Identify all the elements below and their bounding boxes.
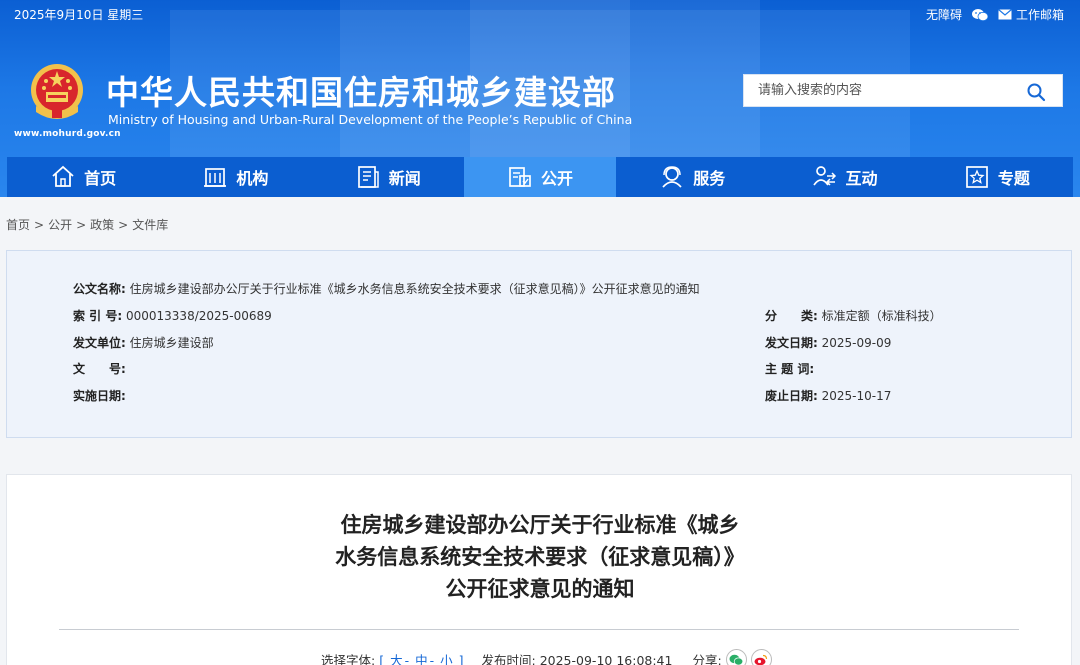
search-icon[interactable] — [1026, 82, 1046, 102]
breadcrumb-home[interactable]: 首页 — [6, 218, 30, 232]
font-size-small[interactable]: 小 — [440, 653, 453, 665]
info-expiry-row: 废止日期: 2025-10-17 — [765, 389, 892, 403]
share-wechat-icon[interactable] — [725, 649, 747, 665]
site-subtitle: Ministry of Housing and Urban-Rural Deve… — [108, 112, 633, 127]
accessibility-link[interactable]: 无障碍 — [926, 6, 962, 23]
article-title: 住房城乡建设部办公厅关于行业标准《城乡 水务信息系统安全技术要求（征求意见稿）》… — [335, 513, 745, 601]
mail-link[interactable]: 工作邮箱 — [998, 6, 1064, 23]
news-icon — [357, 166, 379, 188]
search-input[interactable] — [744, 75, 1014, 106]
article-meta: 选择字体: [ 大- 中- 小 ] 发布时间: 2025-09-10 16:08… — [321, 649, 772, 665]
building-icon — [204, 168, 227, 187]
site-title: 中华人民共和国住房和城乡建设部 — [106, 73, 616, 112]
nav-item-disclosure[interactable]: 公开 — [463, 157, 617, 197]
publish-time: 发布时间: 2025-09-10 16:08:41 — [481, 653, 673, 665]
star-icon — [965, 166, 988, 188]
service-icon — [662, 166, 682, 188]
nav-item-organization[interactable]: 机构 — [159, 157, 311, 197]
info-issuer-row: 发文单位: 住房城乡建设部 — [73, 336, 214, 350]
breadcrumb-policy[interactable]: 政策 — [90, 218, 114, 232]
disclosure-icon — [509, 167, 531, 187]
nav-item-interaction[interactable]: 互动 — [768, 157, 920, 197]
top-bar: 2025年9月10日 星期三 无障碍 工作邮箱 — [0, 0, 1080, 30]
national-emblem-icon — [31, 64, 83, 119]
home-icon — [52, 165, 74, 187]
site-url: www.mohurd.gov.cn — [14, 129, 121, 139]
share-bar: 分享: — [692, 649, 772, 665]
site-header: 2025年9月10日 星期三 无障碍 工作邮箱 www.mohurd.gov.c… — [0, 0, 1080, 197]
info-subject-row: 主 题 词: — [765, 362, 815, 376]
current-date: 2025年9月10日 星期三 — [14, 8, 144, 22]
interaction-icon — [812, 166, 836, 186]
wechat-icon[interactable] — [971, 8, 988, 22]
main-nav: 首页 机构 新闻 公开 服务 互动 专题 — [7, 157, 1073, 197]
breadcrumb-library[interactable]: 文件库 — [132, 218, 168, 232]
font-size-selector: 选择字体: [ 大- 中- 小 ] — [321, 650, 464, 665]
font-size-medium[interactable]: 中 — [415, 653, 428, 665]
nav-item-topics[interactable]: 专题 — [921, 157, 1073, 197]
mail-icon — [998, 9, 1012, 20]
nav-item-home[interactable]: 首页 — [7, 157, 159, 197]
breadcrumb-disclosure[interactable]: 公开 — [48, 218, 72, 232]
info-docno-row: 文 号: — [73, 362, 126, 376]
article-panel: 住房城乡建设部办公厅关于行业标准《城乡 水务信息系统安全技术要求（征求意见稿）》… — [6, 474, 1072, 665]
info-effective-row: 实施日期: — [73, 389, 126, 403]
nav-item-service[interactable]: 服务 — [616, 157, 768, 197]
breadcrumb: 首页 > 公开 > 政策 > 文件库 — [6, 218, 169, 232]
share-weibo-icon[interactable] — [750, 649, 772, 665]
search-box — [743, 74, 1063, 107]
document-info-box: 公文名称: 住房城乡建设部办公厅关于行业标准《城乡水务信息系统安全技术要求（征求… — [6, 250, 1072, 438]
info-issue-date-row: 发文日期: 2025-09-09 — [765, 336, 892, 350]
info-title-row: 公文名称: 住房城乡建设部办公厅关于行业标准《城乡水务信息系统安全技术要求（征求… — [73, 282, 700, 296]
font-size-large[interactable]: 大 — [390, 653, 403, 665]
info-index-row: 索 引 号: 000013338/2025-00689 — [73, 309, 272, 323]
nav-item-news[interactable]: 新闻 — [312, 157, 464, 197]
title-divider — [59, 629, 1019, 630]
info-category-row: 分 类: 标准定额（标准科技） — [765, 309, 942, 323]
